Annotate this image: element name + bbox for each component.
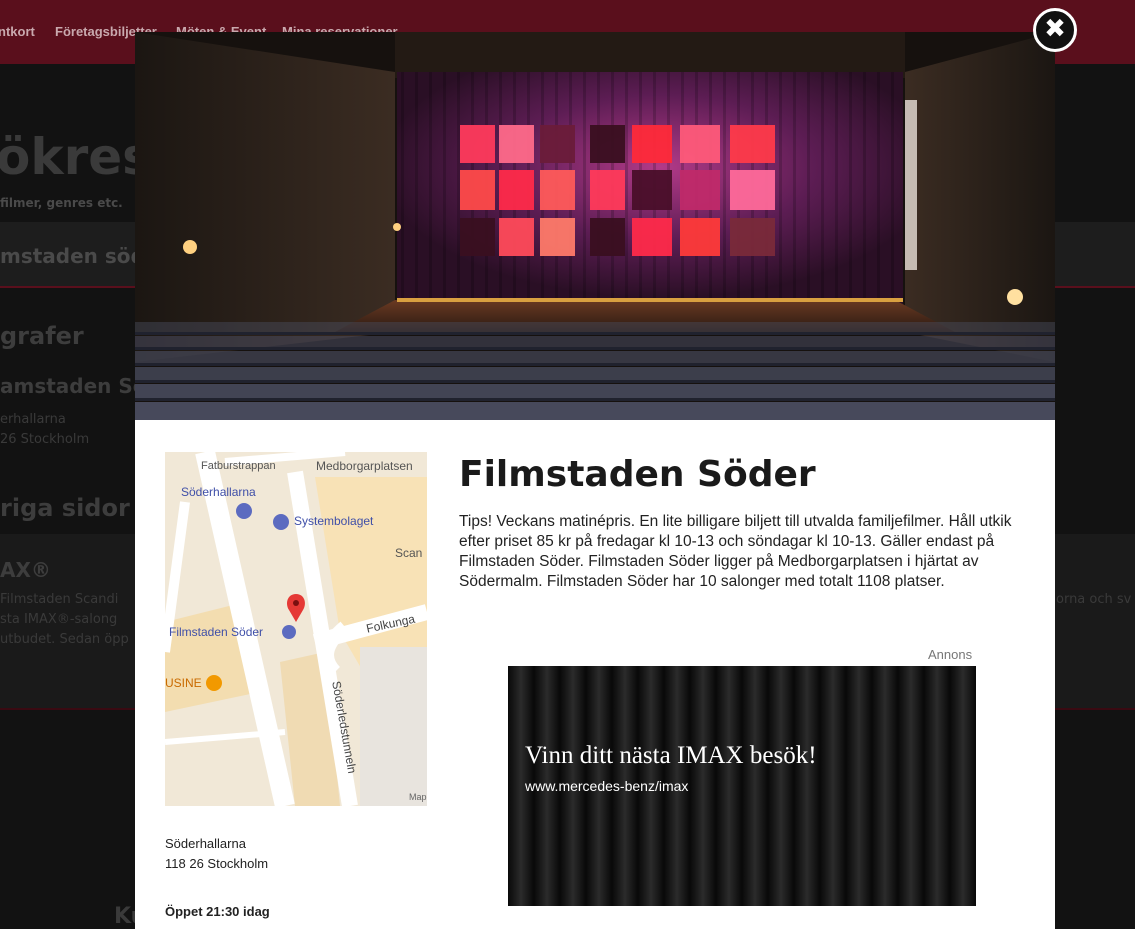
map-label: Filmstaden Söder [169, 625, 264, 639]
map-label: USINE [165, 676, 202, 690]
ad-label: Annons [928, 647, 973, 662]
close-button[interactable]: ✖ [1033, 8, 1077, 52]
result-address: 26 Stockholm [0, 432, 90, 447]
result-address: erhallarna [0, 412, 66, 427]
shopping-bag-icon [273, 514, 289, 530]
result-text: utbudet. Sedan öpp [0, 632, 129, 647]
result-text: Filmstaden Scandi [0, 592, 119, 607]
cinema-description: Tips! Veckans matinépris. En lite billig… [459, 513, 1012, 590]
film-icon [282, 625, 296, 639]
section-heading: riga sidor [0, 494, 130, 522]
shopping-bag-icon [236, 503, 252, 519]
theatre-photo [135, 32, 1055, 420]
map-label: Söderhallarna [181, 485, 256, 499]
result-title[interactable]: AX® [0, 558, 51, 582]
address-line: 118 26 Stockholm [165, 856, 269, 871]
map-credit[interactable]: Map [409, 792, 427, 802]
map-label: Medborgarplatsen [316, 459, 413, 473]
section-heading: grafer [0, 322, 84, 350]
ad-url[interactable]: www.mercedes-benz/imax [525, 778, 688, 794]
cinema-title: Filmstaden Söder [459, 454, 816, 495]
nav-item[interactable]: ntkort [0, 24, 35, 39]
opening-hours: Öppet 21:30 idag [165, 904, 270, 919]
address-line: Söderhallarna [165, 836, 246, 851]
map-label: Scan [395, 546, 423, 560]
map-label: Fatburstrappan [201, 460, 276, 472]
result-text: sta IMAX®-salong [0, 612, 118, 627]
map-label: Systembolaget [294, 514, 374, 528]
restaurant-icon [206, 675, 222, 691]
page-subtitle: filmer, genres etc. [0, 196, 123, 210]
cinema-modal: Fatburstrappan Medborgarplatsen Söderhal… [135, 32, 1055, 929]
result-text: orna och sv [1056, 592, 1132, 607]
location-map[interactable]: Fatburstrappan Medborgarplatsen Söderhal… [165, 452, 427, 806]
ad-headline: Vinn ditt nästa IMAX besök! [525, 742, 817, 769]
ad-banner[interactable]: Vinn ditt nästa IMAX besök! www.mercedes… [508, 666, 976, 906]
